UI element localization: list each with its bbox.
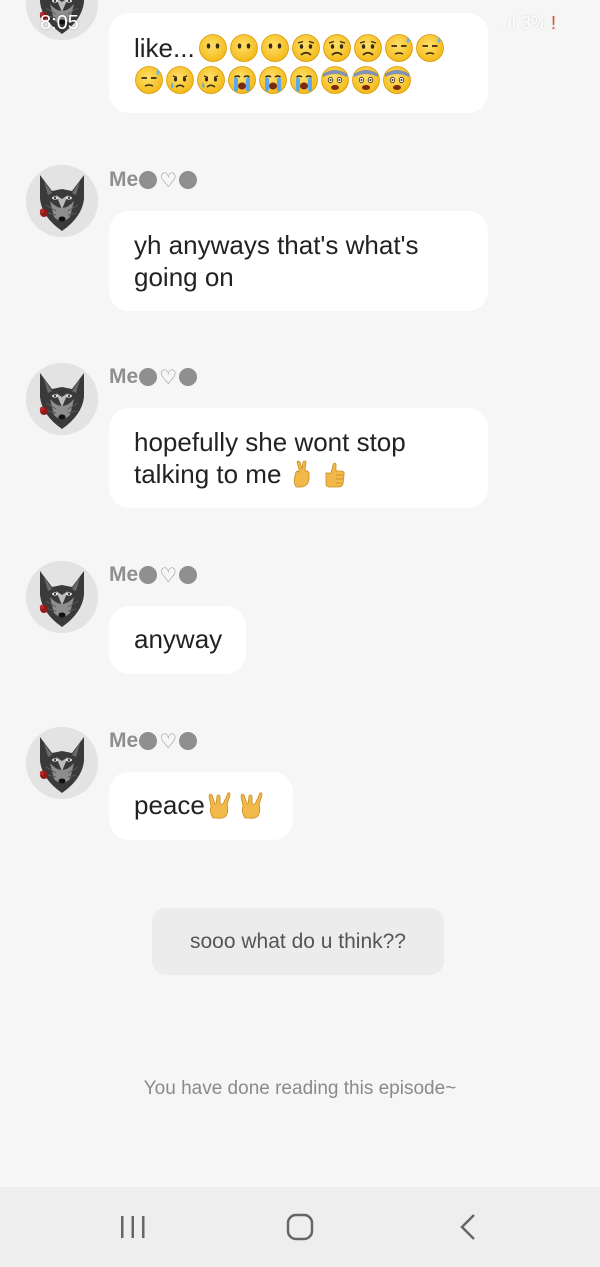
sender-name: Me ♡ [109, 167, 198, 193]
sobbing-face-emoji-icon [289, 65, 319, 95]
message-bubble[interactable]: peace [109, 772, 293, 840]
navigation-bar [0, 1187, 600, 1267]
recent-apps-icon [121, 1216, 145, 1238]
back-icon [460, 1214, 475, 1240]
home-icon [286, 1213, 314, 1241]
avatar[interactable] [26, 0, 98, 40]
blank-face-emoji-icon [198, 33, 228, 63]
message-bubble[interactable]: yh anyways that's what's going on [109, 211, 488, 311]
dot-icon [179, 171, 198, 189]
blank-face-emoji-icon [229, 33, 259, 63]
worried-face-emoji-icon [291, 33, 321, 63]
crossed-fingers-emoji-icon [287, 459, 317, 489]
message-bubble[interactable]: anyway [109, 606, 246, 674]
wolf-avatar-icon [26, 363, 98, 435]
dot-icon [179, 368, 198, 386]
signal-icon: .ıl [501, 13, 521, 33]
question-card[interactable]: sooo what do u think?? [152, 908, 444, 975]
home-button[interactable] [276, 1203, 324, 1251]
wolf-avatar-icon [26, 727, 98, 799]
fearful-face-emoji-icon [351, 65, 381, 95]
message-bubble[interactable]: hopefully she wont stop talking to me [109, 408, 488, 508]
sender-label: Me [109, 168, 139, 191]
back-button[interactable] [444, 1203, 492, 1251]
dot-icon [179, 732, 198, 750]
dot-icon [179, 566, 198, 584]
sobbing-face-emoji-icon [258, 65, 288, 95]
heart-icon: ♡ [159, 366, 178, 389]
warning-icon: ! [550, 13, 556, 33]
message-bubble[interactable]: like... [109, 13, 488, 113]
episode-end-text: You have done reading this episode~ [143, 1078, 457, 1099]
dot-icon [139, 171, 158, 189]
sender-name: Me ♡ [109, 728, 198, 754]
status-indicators: .ıl 3%! [502, 13, 556, 34]
love-you-gesture-emoji-icon [205, 790, 235, 820]
downcast-sweat-emoji-icon [134, 65, 164, 95]
avatar[interactable] [26, 165, 98, 237]
wolf-avatar-icon [26, 0, 98, 40]
thumbs-up-emoji-icon [319, 459, 349, 489]
sender-name: Me ♡ [109, 562, 198, 588]
avatar[interactable] [26, 727, 98, 799]
message-text: anyway [134, 624, 223, 654]
sender-name: Me ♡ [109, 364, 198, 390]
blank-face-emoji-icon [260, 33, 290, 63]
fearful-face-emoji-icon [320, 65, 350, 95]
avatar[interactable] [26, 561, 98, 633]
heart-icon: ♡ [159, 730, 178, 753]
battery-level: 3% [520, 13, 547, 33]
love-you-gesture-emoji-icon [237, 790, 267, 820]
message-text: peace [134, 790, 205, 820]
wolf-avatar-icon [26, 561, 98, 633]
worried-face-emoji-icon [353, 33, 383, 63]
question-text: sooo what do u think?? [190, 929, 406, 953]
message-text-line: going on [134, 262, 234, 292]
heart-icon: ♡ [159, 564, 178, 587]
crying-face-emoji-icon [165, 65, 195, 95]
sender-label: Me [109, 563, 139, 586]
wolf-avatar-icon [26, 165, 98, 237]
fearful-face-emoji-icon [382, 65, 412, 95]
sender-label: Me [109, 365, 139, 388]
message-text: like... [134, 33, 195, 63]
worried-face-emoji-icon [322, 33, 352, 63]
downcast-sweat-emoji-icon [384, 33, 414, 63]
message-text-line: yh anyways that's what's [134, 230, 419, 260]
message-text-line: hopefully she wont stop [134, 427, 406, 457]
sender-label: Me [109, 729, 139, 752]
recent-apps-button[interactable] [109, 1203, 157, 1251]
downcast-sweat-emoji-icon [415, 33, 445, 63]
crying-face-emoji-icon [196, 65, 226, 95]
dot-icon [139, 732, 158, 750]
dot-icon [139, 368, 158, 386]
dot-icon [139, 566, 158, 584]
message-text-line: talking to me [134, 459, 282, 489]
heart-icon: ♡ [159, 169, 178, 192]
sobbing-face-emoji-icon [227, 65, 257, 95]
avatar[interactable] [26, 363, 98, 435]
